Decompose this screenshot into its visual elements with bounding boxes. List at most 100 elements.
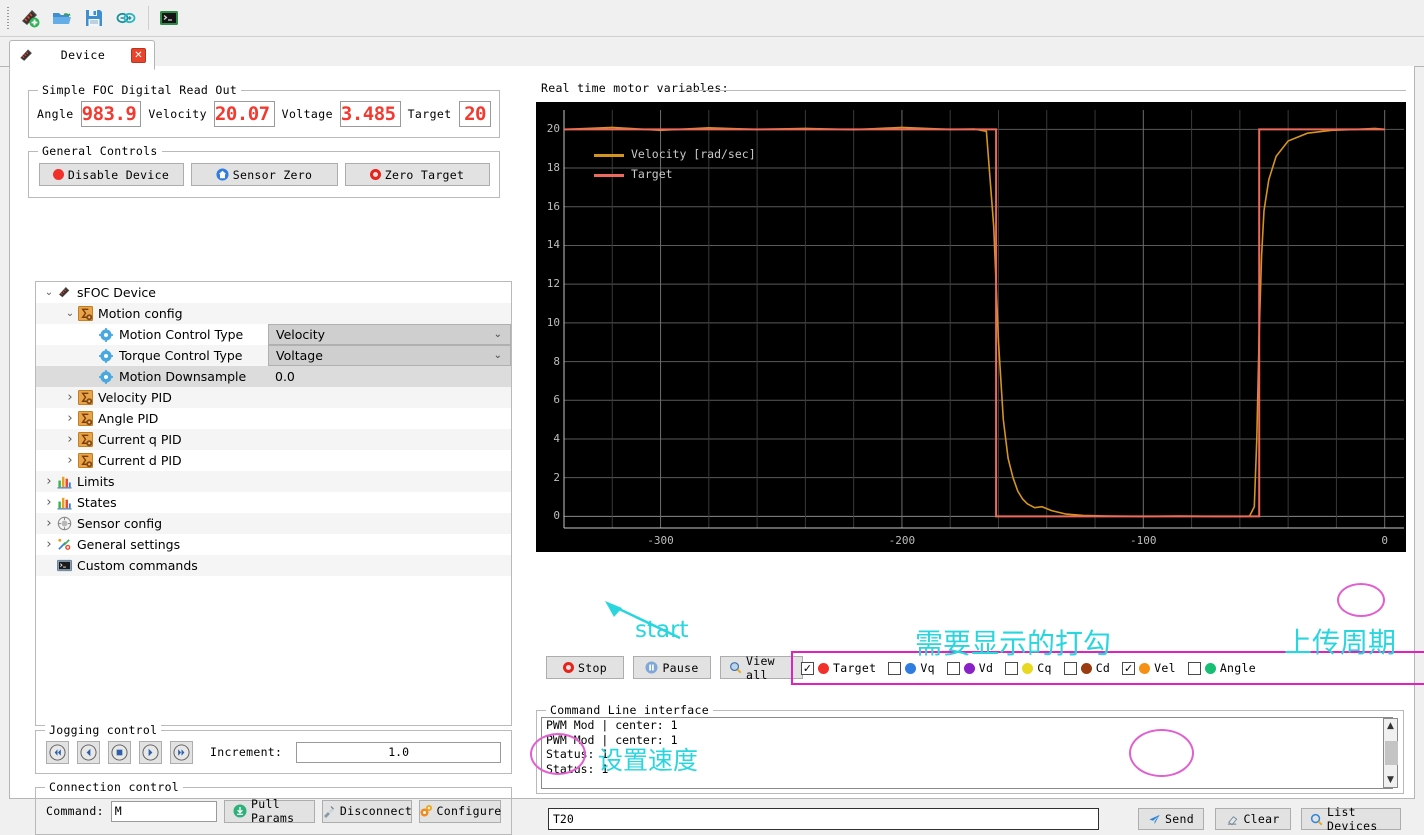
chevron-down-icon[interactable]: ⌄ [63,308,77,319]
disconnect-button[interactable]: Disconnect [322,799,412,823]
tree-row-angle-pid[interactable]: › Angle PID [36,408,511,429]
tree-row-motion-control-type[interactable]: Motion Control Type Velocity ⌄ [36,324,511,345]
checkbox-vd[interactable] [946,661,960,675]
series-toggle-cq[interactable]: Cq [1005,661,1051,675]
send-label: Send [1165,812,1194,826]
tree-row-velocity-pid[interactable]: › Velocity PID [36,387,511,408]
series-label: Vq [920,661,935,675]
series-color-swatch [818,662,829,674]
tree-combo-torque-control-type[interactable]: Voltage ⌄ [268,345,511,366]
tree-row-torque-control-type[interactable]: Torque Control Type Voltage ⌄ [36,345,511,366]
realtime-plot[interactable]: 0 2 4 6 8 10 12 14 16 18 20 -300 -200 -100 0 Velocity [… [536,102,1406,552]
jog-stop-button[interactable] [108,740,131,764]
checkbox-target[interactable] [801,661,814,675]
scroll-up-icon[interactable]: ▲ [1384,719,1397,733]
chevron-down-icon[interactable]: ⌄ [494,329,510,340]
tree-row-current-q-pid[interactable]: › Current q PID [36,429,511,450]
tree-row-limits[interactable]: › Limits [36,471,511,492]
jog-fast-back-button[interactable] [46,740,69,764]
arduino-icon[interactable] [111,4,141,32]
chevron-right-icon[interactable]: › [63,411,77,426]
plot-series-velocity [563,126,1385,518]
scrollbar-thumb[interactable] [1385,741,1398,765]
pause-button[interactable]: Pause [633,656,711,679]
series-toggle-vel[interactable]: Vel [1122,661,1176,675]
cli-output[interactable]: R phase: 0PWM Mod | center: 1PWM Mod | c… [541,717,1393,789]
tree-row-states[interactable]: › States [36,492,511,513]
chevron-right-icon[interactable]: › [42,474,56,489]
checkbox-angle[interactable] [1187,661,1201,675]
list-devices-button[interactable]: List Devices [1301,805,1401,833]
sensor-zero-button[interactable]: Sensor Zero [190,163,338,186]
tree-row-label: Motion Control Type [119,327,244,342]
jog-fast-forward-button[interactable] [170,740,193,764]
chevron-right-icon[interactable]: › [63,390,77,405]
tab-device[interactable]: Device ✕ [9,40,155,70]
legend-label-1: Target [631,167,673,181]
configure-button[interactable]: Configure [419,799,501,823]
zero-target-button[interactable]: Zero Target [344,163,490,186]
tree-row-current-d-pid[interactable]: › Current d PID [36,450,511,471]
jog-back-button[interactable] [77,740,100,764]
tree-row-label: sFOC Device [77,285,156,300]
series-toggle-cd[interactable]: Cd [1063,661,1110,675]
digital-readout-group: Simple FOC Digital Read Out Angle 983.9 … [28,83,500,138]
tree-row-general-settings[interactable]: › General settings [36,534,511,555]
cli-input[interactable]: T20 [548,808,1099,830]
open-file-icon[interactable] [47,4,77,32]
chevron-down-icon[interactable]: ⌄ [494,350,510,361]
checkbox-cd[interactable] [1063,661,1077,675]
disable-device-button[interactable]: Disable Device [38,163,184,186]
toolbar-drag-handle[interactable] [6,5,11,31]
series-toggle-target[interactable]: Target [801,661,876,675]
series-color-swatch [1204,662,1216,674]
stop-button[interactable]: Stop [546,656,624,679]
chevron-right-icon[interactable]: › [63,432,77,447]
eraser-icon [1226,813,1239,826]
close-icon[interactable]: ✕ [131,47,146,63]
legend-swatch-1 [594,174,624,177]
cli-scrollbar[interactable]: ▲ ▼ [1383,718,1398,788]
tree-row-sensor-config[interactable]: › Sensor config [36,513,511,534]
clear-button[interactable]: Clear [1215,808,1291,830]
chevron-right-icon[interactable]: › [42,537,56,552]
jog-forward-button[interactable] [139,740,162,764]
y-tick-label: 0 [553,509,560,523]
terminal-icon[interactable] [154,4,184,32]
y-tick-label: 8 [553,354,560,368]
new-device-icon[interactable] [15,4,45,32]
tree-row-sfoc-device[interactable]: ⌄ sFOC Device [36,282,511,303]
tree-combo-motion-control-type[interactable]: Velocity ⌄ [268,324,511,345]
series-toggle-vd[interactable]: Vd [946,661,993,675]
digital-readout-title: Simple FOC Digital Read Out [38,83,242,97]
chevron-down-icon[interactable]: ⌄ [42,287,56,298]
tree-row-motion-config[interactable]: ⌄ Motion config [36,303,511,324]
series-color-swatch [963,662,975,674]
series-toggle-angle[interactable]: Angle [1187,661,1256,675]
series-checkbox-group: Target Vq Vd Cq Cd Vel Angle [791,651,1424,685]
series-toggle-vq[interactable]: Vq [888,661,934,675]
y-tick-label: 16 [546,199,560,213]
pause-label: Pause [662,660,699,675]
plot-controls-row: Stop Pause View all Target Vq Vd Cq Cd Vel Ang… [536,651,1424,685]
command-input[interactable]: M [110,800,218,822]
save-file-icon[interactable] [79,4,109,32]
chevron-right-icon[interactable]: › [42,495,56,510]
increment-input[interactable]: 1.0 [296,741,501,763]
series-color-swatch [1139,662,1151,674]
checkbox-vq[interactable] [888,661,902,675]
checkbox-cq[interactable] [1005,661,1019,675]
motor-tab-icon [18,47,35,64]
scroll-down-icon[interactable]: ▼ [1384,773,1397,787]
tree-value[interactable]: 0.0 [268,366,511,387]
jogging-control-title: Jogging control [45,723,162,737]
tree-row-motion-downsample[interactable]: Motion Downsample 0.0 [36,366,511,387]
chevron-right-icon[interactable]: › [42,516,56,531]
pull-params-button[interactable]: Pull Params [224,797,315,825]
device-config-tree[interactable]: ⌄ sFOC Device ⌄ Motion config Motion Control… [35,281,512,726]
checkbox-vel[interactable] [1122,661,1136,675]
send-button[interactable]: Send [1138,808,1204,830]
chevron-right-icon[interactable]: › [63,453,77,468]
list-devices-label: List Devices [1327,805,1378,833]
tree-row-custom-commands[interactable]: Custom commands [36,555,511,576]
